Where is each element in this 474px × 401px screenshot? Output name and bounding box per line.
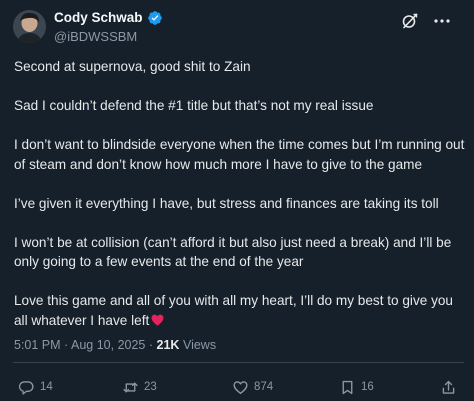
author-name[interactable]: Cody Schwab — [54, 10, 163, 26]
bookmark-button[interactable]: 16 — [339, 378, 374, 396]
post-text: Second at supernova, good shit to Zain S… — [14, 57, 466, 330]
author-name-text[interactable]: Cody Schwab — [54, 10, 143, 26]
bookmark-icon — [342, 380, 353, 394]
post-paragraph: I’ve given it everything I have, but str… — [14, 195, 439, 211]
heart-icon — [233, 380, 248, 394]
reply-icon — [18, 380, 34, 395]
post-paragraph: Second at supernova, good shit to Zain — [14, 59, 251, 74]
avatar[interactable] — [13, 10, 46, 43]
post-date[interactable]: Aug 10, 2025 — [71, 338, 145, 352]
bookmark-count: 16 — [361, 381, 374, 393]
verified-badge-icon[interactable] — [147, 10, 163, 26]
meta-separator: · — [148, 338, 154, 352]
like-button[interactable]: 874 — [232, 378, 273, 396]
views-label: Views — [182, 338, 217, 352]
post-paragraph: I don’t want to blindside everyone when … — [14, 137, 465, 172]
views-count: 21K — [156, 338, 180, 352]
post-paragraph: Sad I couldn’t defend the #1 title but t… — [14, 98, 374, 113]
reply-button[interactable]: 14 — [18, 378, 53, 396]
grok-icon[interactable] — [401, 12, 419, 30]
divider — [13, 362, 464, 363]
repost-button[interactable]: 23 — [122, 378, 157, 396]
post: Cody Schwab @iBDWSSBM Second at supernov… — [0, 0, 474, 401]
post-time[interactable]: 5:01 PM — [14, 338, 61, 352]
share-icon — [442, 380, 455, 394]
post-paragraph-last: Love this game and all of you with all m… — [14, 291, 466, 330]
post-paragraph-text: Love this game and all of you with all m… — [14, 293, 453, 328]
reply-count: 14 — [40, 381, 53, 393]
more-icon[interactable] — [430, 12, 454, 30]
meta-separator: · — [64, 338, 69, 352]
like-count: 874 — [254, 381, 274, 393]
author-handle[interactable]: @iBDWSSBM — [54, 29, 137, 44]
post-meta: 5:01 PM · Aug 10, 2025 · 21K Views — [14, 338, 216, 353]
post-paragraph: I won’t be at collision (can’t afford it… — [14, 234, 452, 270]
repost-count: 23 — [144, 381, 157, 393]
red-heart-icon — [151, 312, 164, 326]
share-button[interactable] — [440, 378, 462, 396]
repost-icon — [123, 382, 138, 392]
